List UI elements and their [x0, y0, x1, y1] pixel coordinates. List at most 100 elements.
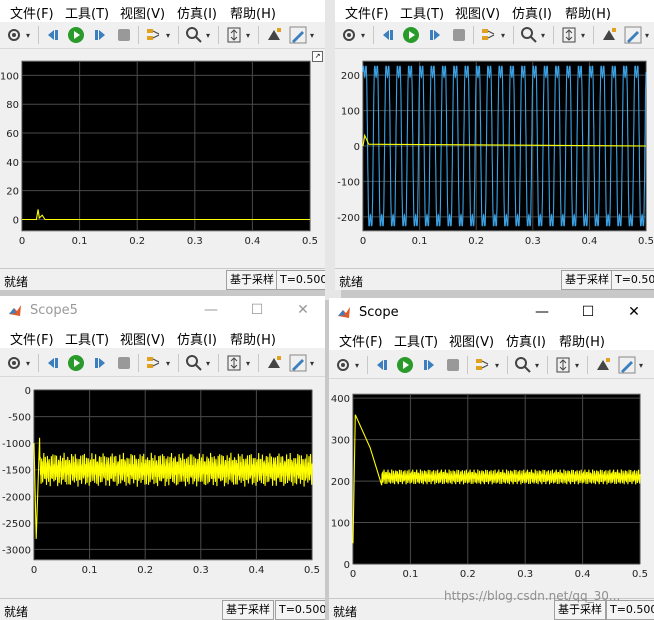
step-back-icon[interactable] — [379, 25, 399, 45]
menu-simulation[interactable]: 仿真(I) — [177, 329, 217, 348]
run-icon[interactable] — [395, 355, 415, 375]
step-back-icon[interactable] — [44, 25, 64, 45]
scope-window-top-right[interactable]: 文件(F) 工具(T) 视图(V) 仿真(I) 帮助(H) ▾ ▾ ▾ ▾ ▾ 0 0.1… — [335, 0, 654, 290]
highlight-block-icon[interactable] — [599, 25, 619, 45]
highlight-block-icon[interactable] — [264, 25, 284, 45]
step-forward-icon[interactable] — [90, 25, 110, 45]
menu-file[interactable]: 文件(F) — [345, 3, 389, 22]
scope-window-top-left[interactable]: 文件(F) 工具(T) 视图(V) 仿真(I) 帮助(H) ▾ ▾ ▾ ▾ ▾ 0 0.1… — [0, 0, 325, 290]
menu-view[interactable]: 视图(V) — [455, 3, 500, 22]
dropdown-arrow-icon[interactable]: ▾ — [581, 31, 585, 40]
titlebar[interactable]: Scope5 — ☐ ✕ — [0, 296, 325, 326]
stop-icon[interactable] — [443, 355, 463, 375]
close-icon[interactable]: ✕ — [623, 302, 645, 322]
step-forward-icon[interactable] — [425, 25, 445, 45]
stop-icon[interactable] — [114, 25, 134, 45]
dropdown-arrow-icon[interactable]: ▾ — [495, 361, 499, 370]
zoom-icon[interactable] — [184, 353, 204, 373]
dropdown-arrow-icon[interactable]: ▾ — [355, 361, 359, 370]
menu-file[interactable]: 文件(F) — [339, 331, 383, 350]
dropdown-arrow-icon[interactable]: ▾ — [206, 359, 210, 368]
menu-file[interactable]: 文件(F) — [10, 329, 54, 348]
dropdown-arrow-icon[interactable]: ▾ — [246, 31, 250, 40]
signal-select-icon[interactable] — [473, 355, 493, 375]
stop-icon[interactable] — [449, 25, 469, 45]
run-icon[interactable] — [66, 353, 86, 373]
dropdown-arrow-icon[interactable]: ▾ — [541, 31, 545, 40]
zoom-icon[interactable] — [519, 25, 539, 45]
menu-tools[interactable]: 工具(T) — [400, 3, 444, 22]
dropdown-arrow-icon[interactable]: ▾ — [246, 359, 250, 368]
minimize-icon[interactable]: — — [200, 300, 222, 320]
minimize-icon[interactable]: — — [531, 302, 553, 322]
signal-select-icon[interactable] — [479, 25, 499, 45]
style-icon[interactable] — [623, 25, 643, 45]
menu-help[interactable]: 帮助(H) — [230, 3, 276, 22]
style-icon[interactable] — [288, 25, 308, 45]
scope-window-scope5[interactable]: Scope5 — ☐ ✕ 文件(F) 工具(T) 视图(V) 仿真(I) 帮助(… — [0, 296, 325, 620]
menu-simulation[interactable]: 仿真(I) — [512, 3, 552, 22]
stop-icon[interactable] — [114, 353, 134, 373]
scope-window-scope[interactable]: Scope — ☐ ✕ 文件(F) 工具(T) 视图(V) 仿真(I) 帮助(H… — [329, 298, 654, 620]
y-tick-label: -500 — [8, 413, 31, 424]
autoscale-icon[interactable] — [553, 355, 573, 375]
highlight-block-icon[interactable] — [593, 355, 613, 375]
maximize-icon[interactable]: ☐ — [577, 302, 599, 322]
signal-select-icon[interactable] — [144, 353, 164, 373]
highlight-block-icon[interactable] — [264, 353, 284, 373]
dropdown-arrow-icon[interactable]: ▾ — [639, 361, 643, 370]
step-back-icon[interactable] — [44, 353, 64, 373]
gear-icon[interactable] — [333, 355, 353, 375]
run-icon[interactable] — [401, 25, 421, 45]
menu-view[interactable]: 视图(V) — [120, 3, 165, 22]
undock-icon[interactable]: ↗ — [312, 51, 323, 62]
menu-tools[interactable]: 工具(T) — [65, 329, 109, 348]
menu-view[interactable]: 视图(V) — [120, 329, 165, 348]
menu-help[interactable]: 帮助(H) — [559, 331, 605, 350]
gear-icon[interactable] — [4, 25, 24, 45]
dropdown-arrow-icon[interactable]: ▾ — [645, 31, 649, 40]
menu-file[interactable]: 文件(F) — [10, 3, 54, 22]
step-forward-icon[interactable] — [90, 353, 110, 373]
dropdown-arrow-icon[interactable]: ▾ — [501, 31, 505, 40]
dropdown-arrow-icon[interactable]: ▾ — [26, 31, 30, 40]
dropdown-arrow-icon[interactable]: ▾ — [310, 31, 314, 40]
titlebar[interactable]: Scope — ☐ ✕ — [329, 298, 654, 328]
dropdown-arrow-icon[interactable]: ▾ — [535, 361, 539, 370]
autoscale-icon[interactable] — [224, 353, 244, 373]
toolbar-separator — [138, 354, 139, 372]
dropdown-arrow-icon[interactable]: ▾ — [361, 31, 365, 40]
gear-icon[interactable] — [4, 353, 24, 373]
run-icon[interactable] — [66, 25, 86, 45]
step-back-icon[interactable] — [373, 355, 393, 375]
maximize-icon[interactable]: ☐ — [246, 300, 268, 320]
style-icon[interactable] — [288, 353, 308, 373]
autoscale-icon[interactable] — [224, 25, 244, 45]
x-tick-label: 0 — [31, 565, 37, 576]
gear-icon[interactable] — [339, 25, 359, 45]
step-forward-icon[interactable] — [419, 355, 439, 375]
x-tick-label: 0.1 — [82, 565, 98, 576]
menu-tools[interactable]: 工具(T) — [394, 331, 438, 350]
dropdown-arrow-icon[interactable]: ▾ — [206, 31, 210, 40]
dropdown-arrow-icon[interactable]: ▾ — [310, 359, 314, 368]
zoom-icon[interactable] — [513, 355, 533, 375]
style-icon[interactable] — [617, 355, 637, 375]
menu-simulation[interactable]: 仿真(I) — [506, 331, 546, 350]
menu-help[interactable]: 帮助(H) — [230, 329, 276, 348]
toolbar-separator — [593, 26, 594, 44]
menu-help[interactable]: 帮助(H) — [565, 3, 611, 22]
menu-simulation[interactable]: 仿真(I) — [177, 3, 217, 22]
dropdown-arrow-icon[interactable]: ▾ — [166, 31, 170, 40]
menu-tools[interactable]: 工具(T) — [65, 3, 109, 22]
plot-svg: 0 0.1 0.2 0.3 0.4 0.5 0 -500 -1000 -1500 -2000 -250… — [2, 386, 320, 576]
autoscale-icon[interactable] — [559, 25, 579, 45]
dropdown-arrow-icon[interactable]: ▾ — [166, 359, 170, 368]
menu-view[interactable]: 视图(V) — [449, 331, 494, 350]
watermark: https://blog.csdn.net/qq_30... — [444, 589, 621, 603]
dropdown-arrow-icon[interactable]: ▾ — [575, 361, 579, 370]
dropdown-arrow-icon[interactable]: ▾ — [26, 359, 30, 368]
close-icon[interactable]: ✕ — [292, 300, 314, 320]
signal-select-icon[interactable] — [144, 25, 164, 45]
zoom-icon[interactable] — [184, 25, 204, 45]
